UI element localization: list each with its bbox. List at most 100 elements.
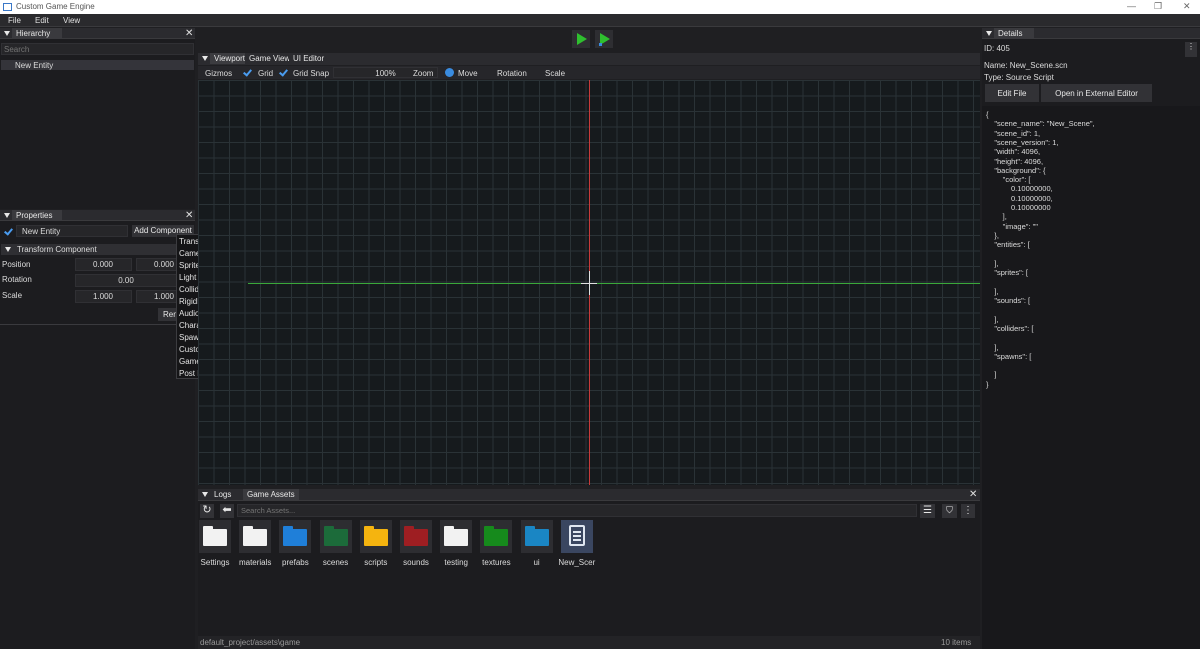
play-button[interactable]: [572, 30, 590, 48]
asset-label: testing: [444, 558, 468, 567]
refresh-icon[interactable]: ↻: [200, 504, 214, 518]
entity-name-value: New Entity: [22, 227, 61, 236]
json-line: "background": {: [986, 165, 1046, 175]
folder-icon: [243, 526, 268, 546]
position-x-field[interactable]: 0.000: [75, 258, 132, 271]
rotation-field[interactable]: 0.00: [75, 274, 177, 287]
list-view-icon[interactable]: ☰: [920, 504, 935, 518]
play-step-button[interactable]: [595, 30, 613, 48]
grid-snap-checkbox[interactable]: [279, 68, 288, 77]
asset-tile[interactable]: [239, 520, 272, 553]
hierarchy-item[interactable]: New Entity: [1, 60, 194, 70]
gizmos-toggle[interactable]: Gizmos: [205, 69, 232, 78]
asset-search-input[interactable]: [237, 504, 917, 517]
move-radio[interactable]: [445, 68, 454, 77]
asset-tile[interactable]: [359, 520, 392, 553]
collapse-icon[interactable]: [4, 31, 10, 36]
assets-panel: Logs Game Assets ✕ ↻ ⬅ ☰ ⛉ ⋮ default_pro…: [198, 489, 980, 649]
y-axis-line: [248, 283, 980, 284]
filter-icon[interactable]: ⛉: [942, 504, 957, 518]
json-line: },: [986, 230, 999, 240]
minimize-icon[interactable]: —: [1127, 1, 1136, 11]
json-line: ],: [986, 212, 1007, 222]
collapse-icon[interactable]: [5, 247, 11, 252]
menu-file[interactable]: File: [8, 16, 21, 25]
json-line: "color": [: [986, 175, 1031, 185]
collapse-icon[interactable]: [202, 56, 208, 61]
document-line: [572, 535, 581, 537]
hierarchy-tab[interactable]: Hierarchy: [12, 28, 62, 39]
json-line: "spawns": [: [986, 351, 1032, 361]
more-options-icon[interactable]: ⋮: [961, 504, 975, 518]
json-line: 0.10000000: [986, 203, 1051, 212]
viewport-canvas[interactable]: [198, 80, 980, 485]
component-title: Transform Component: [17, 245, 97, 254]
collapse-icon[interactable]: [4, 213, 10, 218]
asset-tile[interactable]: [440, 520, 473, 553]
kebab-menu-icon[interactable]: ⋮: [1185, 42, 1197, 57]
json-line: "sprites": [: [986, 268, 1029, 278]
folder-icon: [524, 526, 549, 546]
app-icon: [3, 3, 12, 11]
status-bar: default_project/assets\game 10 items: [198, 636, 980, 649]
asset-label: materials: [238, 558, 272, 567]
edit-file-button[interactable]: Edit File: [985, 84, 1039, 102]
close-panel-icon[interactable]: ✕: [969, 489, 977, 500]
collapse-icon[interactable]: [986, 31, 992, 36]
collapse-icon[interactable]: [202, 492, 208, 497]
tab-game-view[interactable]: Game View: [245, 53, 295, 64]
json-line: ],: [986, 342, 999, 352]
menu-item-sprite[interactable]: Sprite: [179, 261, 200, 270]
folder-icon: [404, 526, 428, 546]
folder-icon: [444, 526, 469, 546]
entity-enabled-checkbox[interactable]: [4, 227, 13, 236]
asset-tile[interactable]: [480, 520, 513, 553]
asset-tile[interactable]: [560, 520, 593, 553]
asset-tile[interactable]: [319, 520, 352, 553]
close-icon[interactable]: ✕: [1183, 1, 1191, 12]
details-id: ID: 405: [984, 44, 1010, 53]
entity-name-field[interactable]: New Entity: [16, 225, 128, 237]
close-panel-icon[interactable]: ✕: [185, 28, 193, 39]
menu-edit[interactable]: Edit: [35, 16, 49, 25]
asset-tile[interactable]: [400, 520, 432, 553]
tab-game-assets[interactable]: Game Assets: [243, 489, 299, 500]
menu-item-light[interactable]: Light: [179, 273, 196, 282]
json-line: "sounds": [: [986, 296, 1031, 305]
close-panel-icon[interactable]: ✕: [185, 210, 193, 221]
menu-item-audio[interactable]: Audio: [179, 309, 199, 318]
move-label: Move: [458, 69, 478, 78]
asset-tile[interactable]: [199, 520, 231, 553]
scale-x-field[interactable]: 1.000: [75, 290, 132, 303]
scale-mode[interactable]: Scale: [545, 69, 565, 78]
open-external-editor-button[interactable]: Open in External Editor: [1041, 84, 1152, 102]
tab-viewport[interactable]: Viewport: [210, 53, 249, 64]
asset-label: ui: [533, 558, 540, 567]
back-arrow-icon[interactable]: ⬅: [220, 504, 234, 518]
details-tab[interactable]: Details: [994, 28, 1034, 39]
window-title: Custom Game Engine: [16, 2, 95, 11]
asset-tile[interactable]: [279, 520, 312, 553]
play-toolbar: [198, 28, 980, 52]
current-path: default_project/assets\game: [200, 638, 301, 647]
asset-label: Settings: [200, 558, 230, 567]
document-line: [572, 531, 581, 533]
viewport-tabbar: Viewport Game View UI Editor: [198, 53, 980, 65]
tab-ui-editor[interactable]: UI Editor: [289, 53, 329, 64]
transform-component-header[interactable]: Transform Component: [1, 244, 194, 255]
rotation-mode[interactable]: Rotation: [497, 69, 527, 78]
grid-checkbox[interactable]: [243, 68, 252, 77]
menu-view[interactable]: View: [63, 16, 80, 25]
document-icon: [568, 525, 585, 546]
origin-gizmo-horizontal: [581, 283, 597, 284]
json-line: ],: [986, 258, 999, 268]
asset-tile[interactable]: [520, 520, 553, 553]
maximize-icon[interactable]: ❐: [1154, 1, 1162, 12]
properties-tab[interactable]: Properties: [12, 210, 62, 221]
json-line: 0.10000000,: [986, 184, 1053, 194]
hierarchy-search-input[interactable]: [1, 43, 194, 55]
tab-logs[interactable]: Logs: [210, 489, 236, 500]
json-line: {: [986, 110, 989, 119]
asset-label: scripts: [364, 558, 388, 567]
rotation-label: Rotation: [2, 275, 32, 284]
